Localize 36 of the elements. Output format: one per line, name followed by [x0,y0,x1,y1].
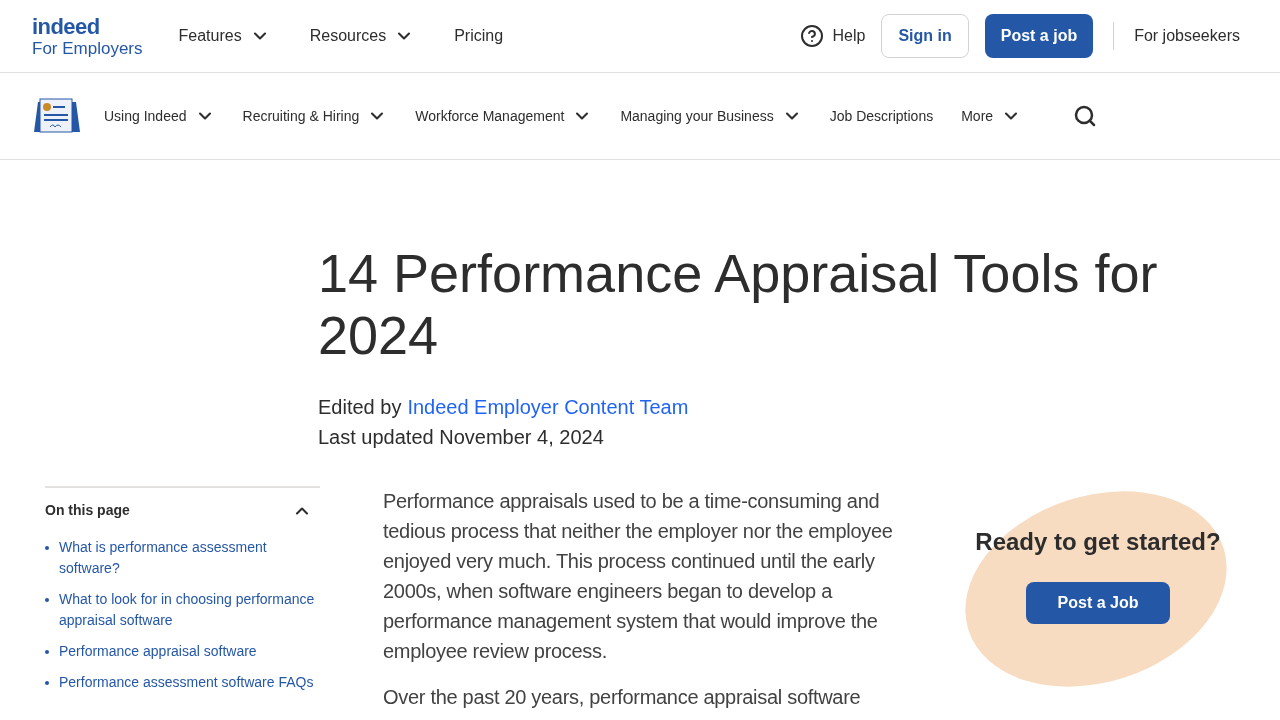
help-icon [800,24,825,48]
bullet-icon [45,650,49,654]
nav-menu[interactable]: Resources [309,24,415,48]
paragraph: Performance appraisals used to be a time-consuming and tedious process that neither the employer nor the employee enjoyed very much. This process continued until the early 2000s, when software engineers began to develop a performance management system that would improve the employee review process. [383,489,894,664]
toc-link[interactable]: Performance assessment software FAQs [59,672,314,693]
cta-title: Ready to get started? [975,527,1221,557]
cta-post-job-button[interactable]: Post a Job [1025,582,1171,624]
nav-menu[interactable]: Managing your Business [620,105,802,127]
jobseekers-link[interactable]: For jobseekers [1134,24,1240,48]
bullet-icon [45,546,49,550]
toc-link[interactable]: Performance appraisal software [59,641,257,662]
nav-menu[interactable]: More [961,105,1022,127]
nav-link[interactable]: Pricing [454,24,504,48]
logo[interactable]: indeed For Employers [32,15,143,57]
nav-menu[interactable]: Using Indeed [104,105,215,127]
document-icon [32,98,80,134]
sign-in-button[interactable]: Sign in [881,14,969,58]
nav-menu[interactable]: Workforce Management [415,105,593,127]
article-title: 14 Performance Appraisal Tools for 2024 [318,242,1159,366]
author-link[interactable]: Indeed Employer Content Team [407,392,689,422]
help-link[interactable]: Help [800,24,866,48]
last-updated: Last updated November 4, 2024 [318,425,605,450]
post-job-button[interactable]: Post a job [984,14,1094,58]
nav-link[interactable]: Job Descriptions [829,105,934,127]
nav-menu[interactable]: Recruiting & Hiring [242,105,388,127]
toc-link[interactable]: What is performance assessment software? [59,537,320,579]
bullet-icon [45,681,49,685]
paragraph: Over the past 20 years, performance appraisal software [383,685,862,710]
logo-subtitle: For Employers [32,39,143,57]
bullet-icon [45,598,49,602]
toc-link[interactable]: What to look for in choosing performance appraisal software [59,589,320,631]
nav-menu[interactable]: Features [178,24,270,48]
logo-wordmark: indeed [32,15,101,38]
search-icon[interactable] [1073,104,1098,128]
toc-toggle[interactable]: On this page [45,500,320,521]
edited-by-label: Edited by [318,395,402,420]
